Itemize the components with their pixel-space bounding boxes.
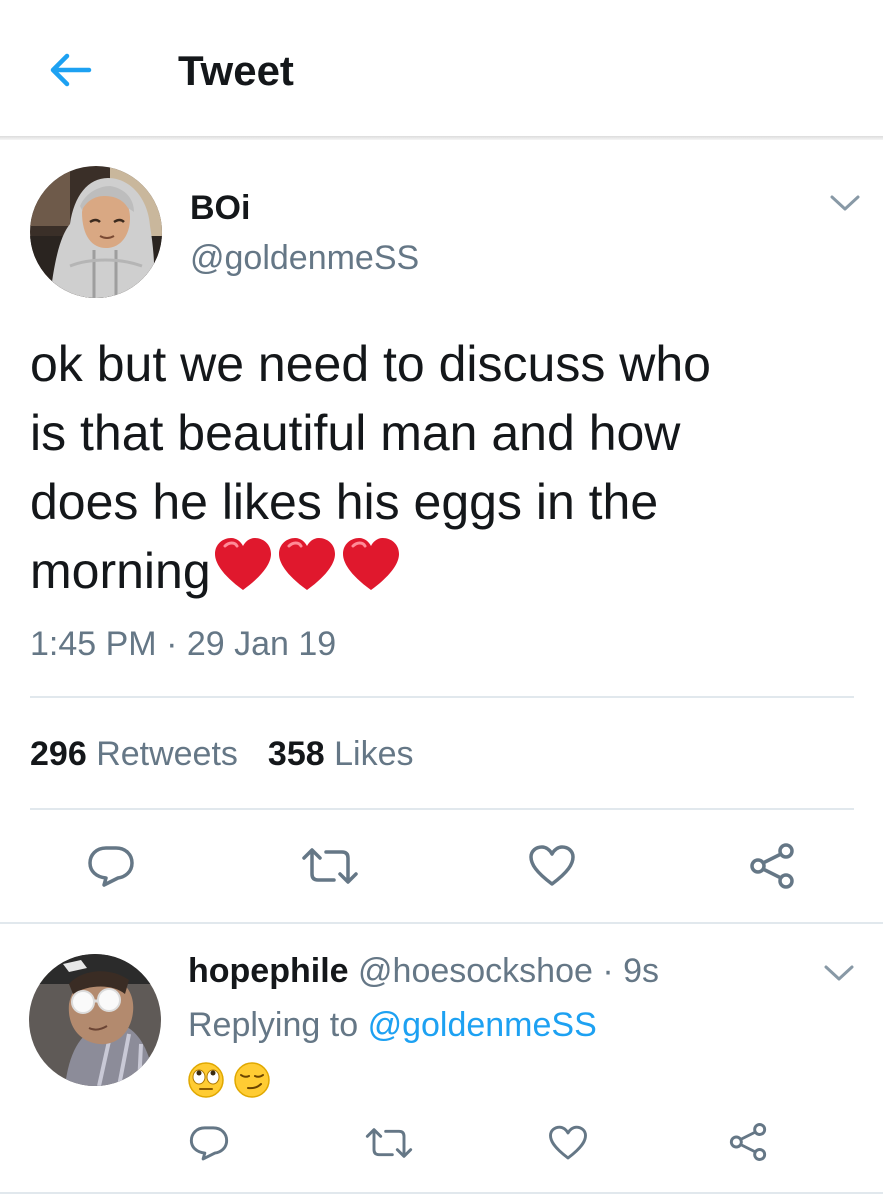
author-handle[interactable]: @goldenmeSS — [190, 238, 419, 278]
reply-time[interactable]: 9s — [623, 952, 659, 990]
retweets-count: 296 — [30, 735, 87, 773]
tweet-timestamp[interactable]: 1:45 PM · 29 Jan 19 — [30, 624, 336, 664]
tweet-text-line: does he likes his eggs in the — [30, 474, 659, 530]
replying-to-mention[interactable]: @goldenmeSS — [368, 1006, 597, 1044]
divider — [0, 922, 883, 924]
like-icon[interactable] — [528, 844, 576, 888]
tweet-text-line: morning — [30, 543, 211, 599]
retweet-icon[interactable] — [300, 846, 360, 886]
face-with-rolling-eyes-icon — [188, 1062, 224, 1098]
retweets-stat[interactable]: 296 Retweets — [30, 735, 238, 773]
red-heart-emoji-icon — [278, 538, 335, 590]
red-heart-emoji-icon — [342, 538, 399, 590]
chevron-down-icon[interactable] — [828, 192, 862, 214]
likes-count: 358 — [267, 735, 325, 773]
reply-author-avatar[interactable] — [29, 954, 161, 1086]
reply-icon[interactable] — [86, 844, 136, 888]
reply-author-name[interactable]: hopephile — [188, 952, 349, 990]
arrow-left-icon[interactable] — [45, 50, 93, 90]
reply-header: hopephile @hoesockshoe · 9s — [188, 950, 659, 992]
chevron-down-icon[interactable] — [822, 962, 856, 984]
divider — [0, 1192, 883, 1194]
replying-to-label: Replying to — [188, 1006, 359, 1044]
author-name[interactable]: BOi — [190, 188, 250, 228]
red-heart-emoji-icon — [214, 538, 271, 590]
retweet-icon[interactable] — [364, 1126, 414, 1160]
author-avatar[interactable] — [30, 166, 162, 298]
divider — [30, 696, 854, 698]
header-divider — [0, 136, 883, 140]
retweets-label: Retweets — [96, 735, 238, 773]
top-app-bar — [0, 0, 883, 136]
page-title: Tweet — [178, 47, 294, 94]
tweet-stats: 296 Retweets 358 Likes — [30, 734, 413, 774]
reply-author-handle[interactable]: @hoesockshoe — [358, 952, 593, 990]
reply-separator: · — [592, 952, 624, 990]
tweet-text: ok but we need to discuss who is that be… — [30, 330, 850, 612]
heart-emojis — [213, 538, 403, 612]
share-icon[interactable] — [748, 842, 796, 890]
replying-to: Replying to @goldenmeSS — [188, 1004, 597, 1046]
share-icon[interactable] — [728, 1122, 768, 1162]
likes-stat[interactable]: 358 Likes — [268, 735, 414, 773]
tweet-text-line: is that beautiful man and how — [30, 405, 681, 461]
like-icon[interactable] — [548, 1124, 588, 1162]
divider — [30, 808, 854, 810]
tweet-text-line-last: morning — [30, 537, 850, 612]
reply-text — [188, 1060, 278, 1100]
reply-icon[interactable] — [188, 1124, 230, 1162]
tweet-text-line: ok but we need to discuss who — [30, 336, 711, 392]
smirking-face-icon — [234, 1062, 270, 1098]
likes-label: Likes — [334, 735, 414, 773]
